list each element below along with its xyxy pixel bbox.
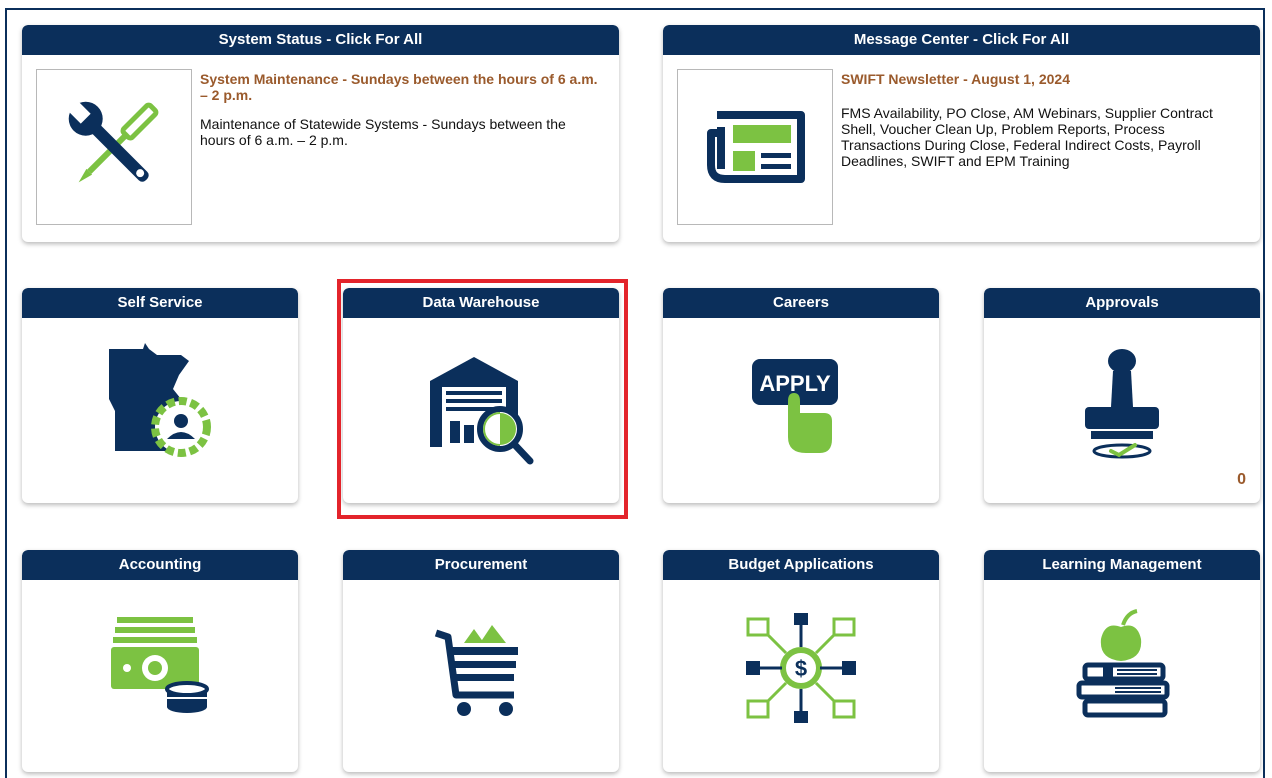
tools-icon [36, 69, 192, 225]
tile-procurement-header[interactable]: Procurement [343, 550, 619, 580]
tile-approvals[interactable]: Approvals 0 [984, 288, 1260, 503]
message-center-title[interactable]: SWIFT Newsletter - August 1, 2024 [841, 71, 1240, 87]
warehouse-search-icon [343, 336, 619, 476]
money-coins-icon [22, 598, 298, 738]
tile-self-service[interactable]: Self Service [22, 288, 298, 503]
apply-text: APPLY [759, 371, 831, 396]
tile-data-warehouse-header[interactable]: Data Warehouse [343, 288, 619, 318]
message-center-tile[interactable]: Message Center - Click For All SWIFT New… [663, 25, 1260, 242]
tile-learning-management-header[interactable]: Learning Management [984, 550, 1260, 580]
message-center-text: FMS Availability, PO Close, AM Webinars,… [841, 105, 1213, 169]
minnesota-gear-person-icon [22, 336, 298, 476]
svg-text:$: $ [795, 656, 807, 681]
tile-careers-header[interactable]: Careers [663, 288, 939, 318]
budget-network-icon: $ [663, 598, 939, 738]
system-status-title[interactable]: System Maintenance - Sundays between the… [200, 71, 599, 103]
tile-budget-applications[interactable]: Budget Applications $ [663, 550, 939, 772]
system-status-tile[interactable]: System Status - Click For All System Mai… [22, 25, 619, 242]
tile-learning-management[interactable]: Learning Management [984, 550, 1260, 772]
tile-careers[interactable]: Careers APPLY [663, 288, 939, 503]
tile-budget-applications-header[interactable]: Budget Applications [663, 550, 939, 580]
shopping-cart-icon [343, 598, 619, 738]
tile-approvals-header[interactable]: Approvals [984, 288, 1260, 318]
apply-hand-icon: APPLY [663, 336, 939, 476]
newspaper-icon [677, 69, 833, 225]
approvals-count-badge: 0 [1237, 471, 1246, 488]
tile-data-warehouse[interactable]: Data Warehouse [343, 288, 619, 503]
tile-accounting[interactable]: Accounting [22, 550, 298, 772]
apple-books-icon [984, 598, 1260, 738]
message-center-header[interactable]: Message Center - Click For All [663, 25, 1260, 55]
system-status-header[interactable]: System Status - Click For All [22, 25, 619, 55]
stamp-icon [984, 336, 1260, 476]
tile-procurement[interactable]: Procurement [343, 550, 619, 772]
tile-accounting-header[interactable]: Accounting [22, 550, 298, 580]
tile-self-service-header[interactable]: Self Service [22, 288, 298, 318]
system-status-text: Maintenance of Statewide Systems - Sunda… [200, 116, 566, 148]
